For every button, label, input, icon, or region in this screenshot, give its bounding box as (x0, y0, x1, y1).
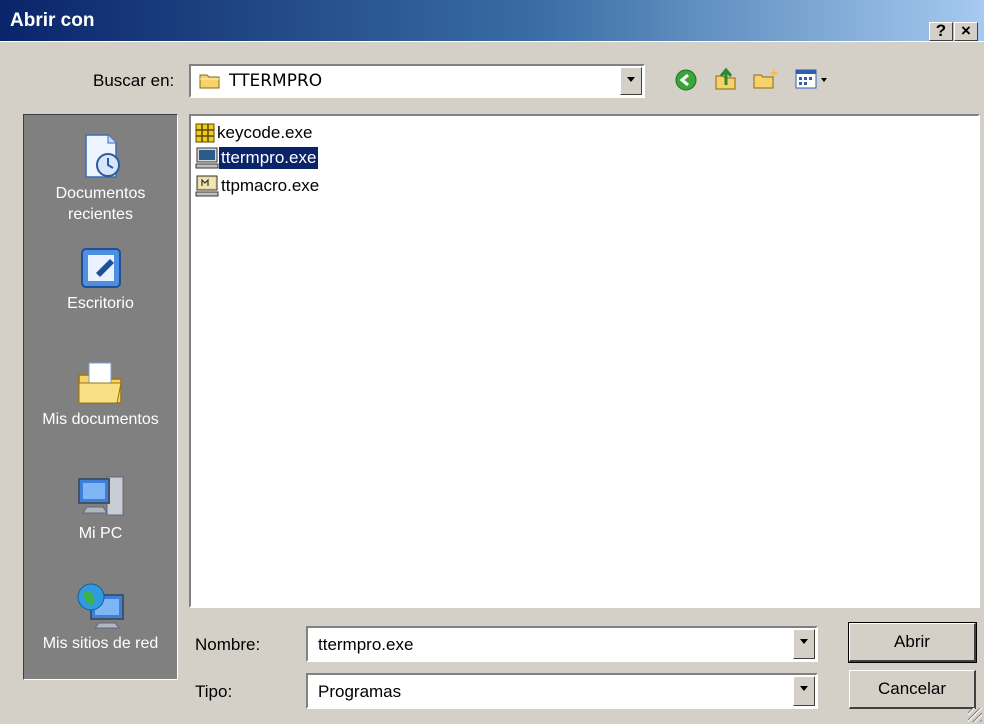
place-recent-documents[interactable]: Documentos recientes (24, 131, 177, 225)
look-in-label: Buscar en: (93, 71, 175, 90)
filetype-value: Programas (318, 682, 402, 701)
place-label: Escritorio (67, 295, 134, 312)
place-label: Documentos recientes (55, 185, 146, 223)
place-label: Mis sitios de red (42, 635, 159, 652)
place-label: Mis documentos (42, 411, 159, 428)
filename-dropdown-button[interactable] (793, 629, 815, 659)
filetype-select[interactable]: Programas (306, 673, 818, 709)
window-title: Abrir con (10, 10, 95, 31)
folder-icon (199, 74, 220, 89)
network-places-icon (77, 583, 124, 629)
back-icon[interactable] (674, 68, 698, 92)
view-menu-icon[interactable] (795, 68, 831, 90)
places-bar: Documentos recientes Escritorio Mis docu… (23, 114, 178, 680)
file-list[interactable]: keycode.exe ttermpro.exe ttpmacro.exe (189, 114, 980, 608)
filename-label: Nombre: (195, 635, 261, 654)
macro-app-icon (195, 175, 219, 197)
place-network-places[interactable]: Mis sitios de red (24, 581, 177, 654)
list-item[interactable]: ttpmacro.exe (195, 174, 321, 198)
help-button[interactable]: ? (929, 22, 953, 41)
file-name: ttermpro.exe (219, 147, 319, 169)
close-button[interactable]: × (954, 22, 978, 41)
terminal-app-icon (195, 147, 219, 169)
look-in-dropdown-button[interactable] (620, 67, 642, 95)
file-name: ttpmacro.exe (221, 176, 320, 195)
my-computer-icon (77, 476, 123, 516)
filetype-dropdown-button[interactable] (793, 676, 815, 706)
new-folder-icon[interactable] (752, 66, 780, 92)
recent-documents-icon (84, 134, 120, 178)
list-item[interactable]: keycode.exe (195, 121, 314, 145)
up-folder-icon[interactable] (713, 66, 739, 92)
list-item[interactable]: ttermpro.exe (195, 146, 319, 170)
look-in-value: TTERMPRO (229, 71, 323, 91)
look-in-combo[interactable]: TTERMPRO (189, 64, 645, 98)
title-bar: Abrir con ? × (0, 0, 984, 42)
cancel-button[interactable]: Cancelar (849, 670, 976, 709)
my-documents-icon (77, 362, 122, 404)
place-desktop[interactable]: Escritorio (24, 245, 177, 314)
place-my-documents[interactable]: Mis documentos (24, 357, 177, 430)
filename-combo[interactable]: ttermpro.exe (306, 626, 818, 662)
filename-input[interactable]: ttermpro.exe (318, 635, 413, 655)
place-my-computer[interactable]: Mi PC (24, 473, 177, 544)
file-name: keycode.exe (217, 123, 313, 142)
keycode-app-icon (195, 123, 215, 143)
filetype-label: Tipo: (195, 682, 233, 701)
place-label: Mi PC (78, 525, 123, 542)
resize-grip[interactable] (968, 708, 982, 722)
desktop-icon (80, 248, 121, 288)
open-button[interactable]: Abrir (848, 622, 977, 663)
